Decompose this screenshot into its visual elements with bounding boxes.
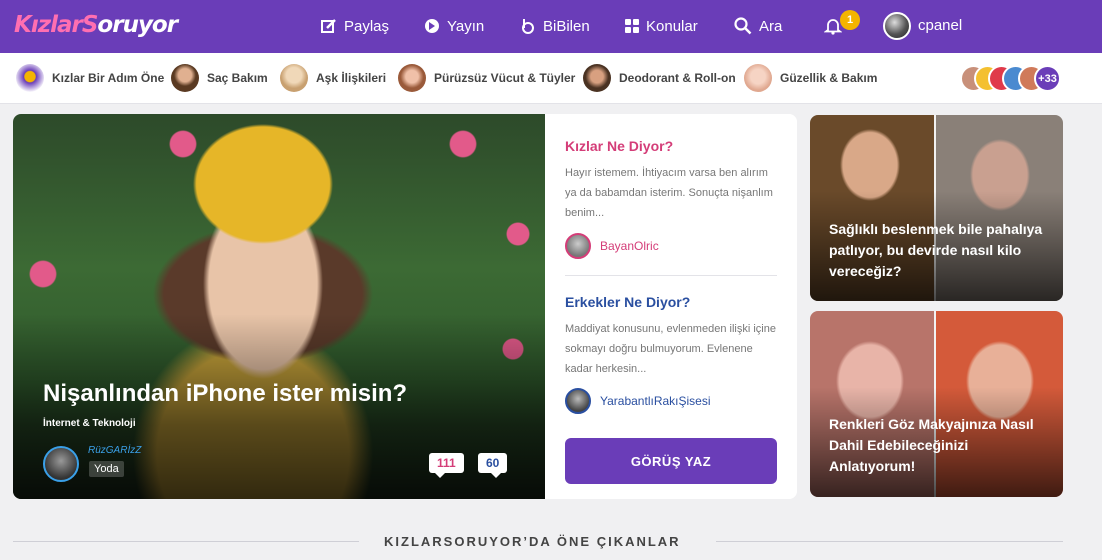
card-title[interactable]: Renkleri Göz Makyajınıza Nasıl Dahil Ede…	[829, 414, 1049, 477]
female-answer-count: 111	[429, 453, 464, 478]
user-avatar	[565, 233, 591, 259]
nav-topics[interactable]: Konular	[625, 14, 698, 38]
category-avatar	[16, 64, 44, 92]
nav-bibilen[interactable]: BiBilen	[520, 14, 590, 38]
search-icon	[734, 17, 752, 35]
user-avatar	[565, 388, 591, 414]
boys-opinion-user[interactable]: YarabantlıRakıŞisesi	[565, 388, 711, 414]
category-item[interactable]: Aşk İlişkileri	[280, 64, 386, 92]
category-label: Deodorant & Roll-on	[619, 71, 736, 85]
section-divider-left	[13, 541, 359, 542]
category-item[interactable]: Deodorant & Roll-on	[583, 64, 736, 92]
nav-publish-label: Yayın	[447, 17, 485, 35]
nav-search-label: Ara	[759, 17, 783, 35]
category-avatar	[280, 64, 308, 92]
category-avatar	[744, 64, 772, 92]
nav-share[interactable]: Paylaş	[321, 14, 389, 38]
side-card[interactable]: Renkleri Göz Makyajınıza Nasıl Dahil Ede…	[810, 311, 1063, 497]
user-name: YarabantlıRakıŞisesi	[600, 394, 711, 408]
category-label: Saç Bakım	[207, 71, 268, 85]
nav-share-label: Paylaş	[344, 17, 390, 35]
category-label: Kızlar Bir Adım Öne	[52, 71, 165, 85]
girls-opinion-user[interactable]: BayanOlric	[565, 233, 659, 259]
category-avatar	[583, 64, 611, 92]
top-navbar: KızlarSoruyor Paylaş Yayın BiBilen Konul…	[0, 0, 1102, 53]
author-rank-badge: Yoda	[89, 461, 124, 477]
featured-category[interactable]: İnternet & Teknoloji	[43, 418, 136, 429]
featured-title[interactable]: Nişanlından iPhone ister misin?	[43, 380, 407, 408]
nav-search[interactable]: Ara	[734, 14, 782, 38]
category-item[interactable]: Kızlar Bir Adım Öne	[16, 64, 164, 92]
girls-opinion-text[interactable]: Hayır istemem. İhtiyacım varsa ben alırı…	[565, 163, 780, 223]
male-answer-count: 60	[478, 453, 508, 478]
section-divider-right	[716, 541, 1063, 542]
nav-topics-label: Konular	[646, 17, 698, 35]
girls-heading: Kızlar Ne Diyor?	[565, 138, 674, 154]
section-title: KIZLARSORUYOR’DA ÖNE ÇIKANLAR	[384, 534, 681, 549]
category-label: Güzellik & Bakım	[780, 71, 878, 85]
user-avatar[interactable]	[883, 12, 911, 40]
nav-publish[interactable]: Yayın	[424, 14, 484, 38]
notification-badge: 1	[840, 10, 860, 30]
logo-text-part3: oruyor	[97, 12, 178, 38]
category-avatar	[398, 64, 426, 92]
author-name[interactable]: RüzGARİzZ	[88, 445, 141, 456]
publish-icon	[425, 19, 439, 33]
site-logo[interactable]: KızlarSoruyor	[14, 12, 178, 38]
category-avatar	[171, 64, 199, 92]
edit-icon	[321, 19, 336, 33]
more-categories-count: +33	[1034, 65, 1061, 92]
category-bar: Kızlar Bir Adım Öne Saç Bakım Aşk İlişki…	[0, 53, 1102, 104]
grid-icon	[625, 19, 639, 33]
category-label: Aşk İlişkileri	[316, 71, 387, 85]
category-label: Pürüzsüz Vücut & Tüyler	[434, 71, 576, 85]
author-avatar[interactable]	[43, 446, 79, 482]
boys-opinion-text[interactable]: Maddiyat konusunu, evlenmeden ilişki içi…	[565, 319, 780, 379]
logo-text-part2: S	[81, 12, 99, 38]
bibilen-icon	[522, 19, 534, 34]
card-title[interactable]: Sağlıklı beslenmek bile pahalıya patlıyo…	[829, 219, 1049, 282]
boys-heading: Erkekler Ne Diyor?	[565, 294, 691, 310]
nav-bibilen-label: BiBilen	[543, 17, 590, 35]
opinion-panel: Kızlar Ne Diyor? Hayır istemem. İhtiyacı…	[545, 114, 797, 499]
side-card[interactable]: Sağlıklı beslenmek bile pahalıya patlıyo…	[810, 115, 1063, 301]
user-name: BayanOlric	[600, 239, 659, 253]
featured-question: Nişanlından iPhone ister misin? İnternet…	[13, 114, 797, 499]
logo-text-part1: Kızlar	[14, 12, 83, 38]
divider	[565, 275, 777, 276]
user-name[interactable]: cpanel	[918, 17, 962, 34]
write-opinion-button[interactable]: GÖRÜŞ YAZ	[565, 438, 777, 484]
category-item[interactable]: Güzellik & Bakım	[744, 64, 877, 92]
category-item[interactable]: Pürüzsüz Vücut & Tüyler	[398, 64, 575, 92]
category-item[interactable]: Saç Bakım	[171, 64, 268, 92]
